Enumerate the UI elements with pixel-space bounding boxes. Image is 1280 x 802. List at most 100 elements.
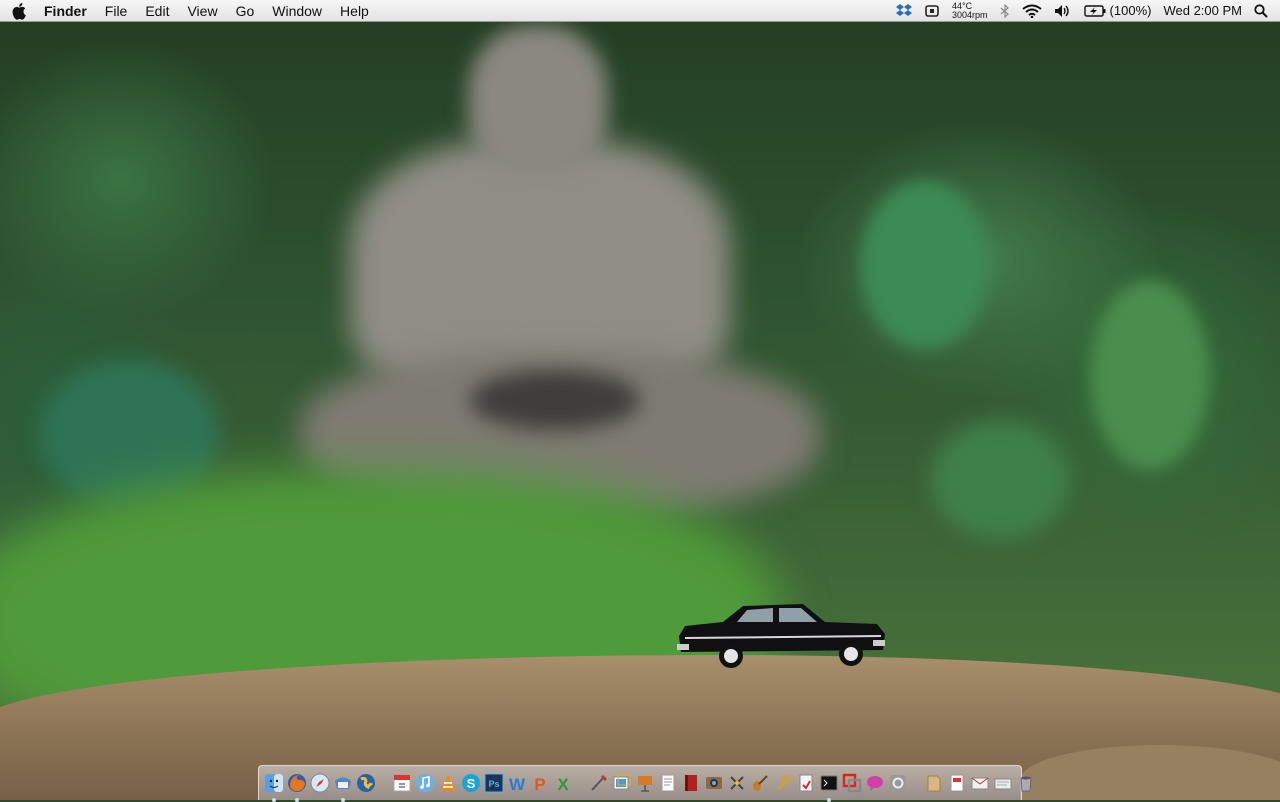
toy-car — [677, 604, 885, 668]
apple-menu[interactable] — [0, 2, 40, 20]
dock-notebook[interactable] — [680, 772, 702, 794]
menu-file[interactable]: File — [96, 0, 137, 22]
dock-parallels[interactable] — [841, 772, 863, 794]
svg-text:Ps: Ps — [488, 779, 499, 789]
dock-firefox[interactable] — [286, 772, 308, 802]
dock-downloads[interactable] — [992, 772, 1014, 794]
settings-icon — [890, 775, 906, 791]
dock-documents[interactable] — [923, 772, 945, 794]
battery-status[interactable]: (100%) — [1078, 0, 1158, 22]
photo-booth-icon — [706, 777, 722, 789]
wifi-status[interactable] — [1016, 0, 1048, 22]
trash-icon — [1020, 776, 1032, 792]
photoshop-icon: Ps — [484, 773, 504, 793]
dock-powerpoint[interactable]: P — [529, 772, 551, 794]
menu-window[interactable]: Window — [263, 0, 331, 22]
textedit-icon — [661, 774, 675, 792]
dropbox-icon — [896, 3, 913, 16]
dock-finder[interactable] — [263, 772, 285, 802]
vlc-icon — [441, 774, 455, 791]
volume-icon — [1054, 4, 1069, 17]
volume-status[interactable] — [1048, 0, 1078, 22]
dock-textedit[interactable] — [657, 772, 679, 794]
skype-icon: S — [462, 774, 480, 792]
dock-keynote[interactable] — [634, 772, 656, 794]
menu-help[interactable]: Help — [331, 0, 378, 22]
search-icon — [1254, 3, 1268, 18]
menu-go[interactable]: Go — [227, 0, 264, 22]
dock-word[interactable]: W — [506, 772, 528, 794]
dock-preview[interactable] — [611, 772, 633, 794]
dock-mail-stack[interactable] — [969, 772, 991, 794]
clock[interactable]: Wed 2:00 PM — [1157, 0, 1248, 22]
statue-head — [468, 25, 608, 175]
notebook-icon — [685, 775, 697, 791]
terminal-icon — [820, 775, 838, 791]
svg-text:S: S — [467, 776, 476, 791]
dock-tools[interactable] — [726, 772, 748, 794]
script-icon — [799, 774, 813, 792]
menu-bar: Finder File Edit View Go Window Help 44°… — [0, 0, 1280, 22]
svg-text:P: P — [534, 775, 545, 793]
leaf — [1090, 280, 1210, 470]
word-icon: W — [509, 775, 526, 793]
wrench-icon — [776, 774, 792, 791]
dock-settings[interactable] — [887, 772, 909, 794]
safari-icon — [310, 773, 330, 793]
powerpoint-icon: P — [534, 775, 545, 793]
globe-icon — [357, 774, 375, 792]
bluetooth-status[interactable] — [994, 0, 1016, 22]
finder-icon — [265, 774, 283, 792]
menu-edit[interactable]: Edit — [136, 0, 178, 22]
istat-status[interactable] — [918, 0, 946, 22]
parallels-icon — [842, 773, 862, 793]
mail-icon — [335, 777, 351, 789]
dock-globe[interactable] — [355, 772, 377, 794]
dock-excel[interactable]: X — [552, 772, 574, 794]
dock-brush[interactable] — [588, 772, 610, 794]
temperature-readout[interactable]: 44°C 3004rpm — [946, 0, 994, 22]
dock-chat[interactable] — [864, 772, 886, 794]
status-area: 44°C 3004rpm (100%) Wed 2:00 PM — [890, 0, 1280, 22]
bluetooth-icon — [1000, 3, 1009, 18]
fan-speed-value: 3004rpm — [952, 9, 988, 20]
dock-vlc[interactable] — [437, 772, 459, 794]
dock-wrench[interactable] — [772, 772, 794, 794]
apple-logo-icon — [12, 2, 26, 20]
dock: S Ps W P X — [258, 765, 1032, 802]
wifi-icon — [1021, 4, 1042, 18]
leaf — [860, 180, 990, 350]
excel-icon: X — [557, 775, 569, 793]
dock-safari[interactable] — [309, 772, 331, 794]
downloads-stack-icon — [994, 778, 1012, 790]
battery-charging-icon — [1083, 4, 1106, 17]
dock-mail[interactable] — [332, 772, 354, 802]
statue-shadow — [470, 370, 640, 430]
firefox-icon — [288, 774, 306, 792]
svg-text:X: X — [557, 775, 569, 793]
documents-stack-icon — [927, 775, 941, 792]
dock-terminal[interactable] — [818, 772, 840, 802]
calendar-icon — [393, 774, 411, 792]
dock-trash[interactable] — [1015, 772, 1037, 794]
menu-view[interactable]: View — [178, 0, 226, 22]
spotlight-button[interactable] — [1248, 0, 1280, 22]
battery-percent: (100%) — [1109, 3, 1152, 18]
tools-icon — [730, 776, 744, 790]
menu-app-name[interactable]: Finder — [40, 0, 96, 22]
leaf — [930, 420, 1070, 540]
itunes-icon — [416, 774, 434, 792]
dock-pdf[interactable] — [946, 772, 968, 794]
dropbox-status[interactable] — [890, 0, 918, 22]
keynote-icon — [638, 776, 652, 792]
dock-skype[interactable]: S — [460, 772, 482, 794]
mail-stack-icon — [971, 777, 989, 790]
dock-itunes[interactable] — [414, 772, 436, 794]
dock-calendar[interactable] — [391, 772, 413, 794]
dock-photoshop[interactable]: Ps — [483, 772, 505, 794]
pdf-stack-icon — [950, 774, 964, 792]
dock-script[interactable] — [795, 772, 817, 794]
dock-guitar[interactable] — [749, 772, 771, 794]
dock-photo-booth[interactable] — [703, 772, 725, 794]
preview-icon — [613, 774, 631, 790]
